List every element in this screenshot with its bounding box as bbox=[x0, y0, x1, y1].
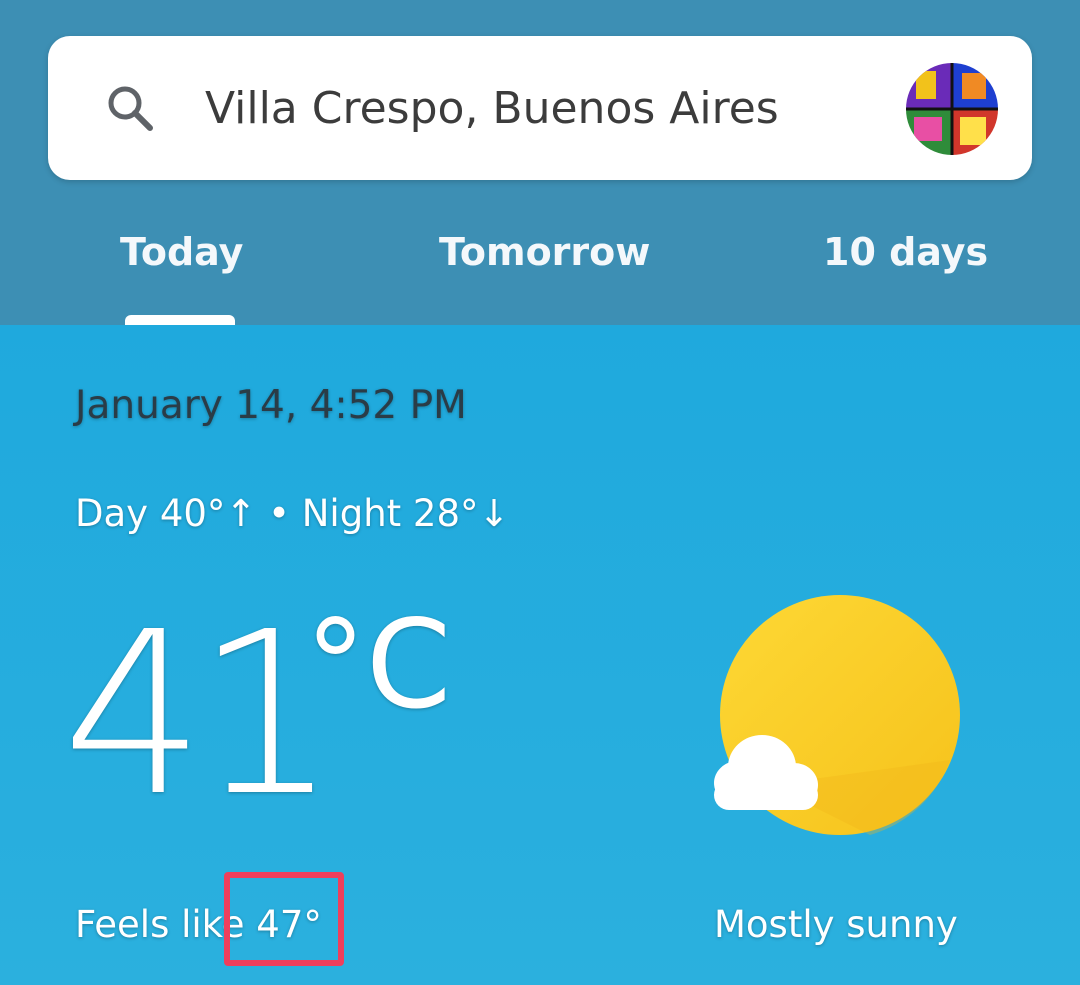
search-icon[interactable] bbox=[102, 80, 160, 138]
mostly-sunny-icon bbox=[714, 595, 960, 835]
avatar[interactable] bbox=[906, 63, 998, 155]
tab-today[interactable]: Today bbox=[120, 222, 243, 282]
location-text[interactable]: Villa Crespo, Buenos Aires bbox=[205, 80, 779, 138]
date-time: January 14, 4:52 PM bbox=[75, 383, 467, 428]
feels-like-highlight-box bbox=[224, 872, 344, 966]
tab-tomorrow[interactable]: Tomorrow bbox=[439, 222, 650, 282]
selected-tab-indicator bbox=[125, 315, 235, 325]
tab-10-days[interactable]: 10 days bbox=[823, 222, 988, 282]
current-temperature: 41 bbox=[62, 584, 338, 846]
condition-text: Mostly sunny bbox=[714, 903, 958, 946]
day-night-range: Day 40°↑ • Night 28°↓ bbox=[75, 492, 510, 535]
temperature-unit[interactable]: °C bbox=[305, 600, 451, 730]
